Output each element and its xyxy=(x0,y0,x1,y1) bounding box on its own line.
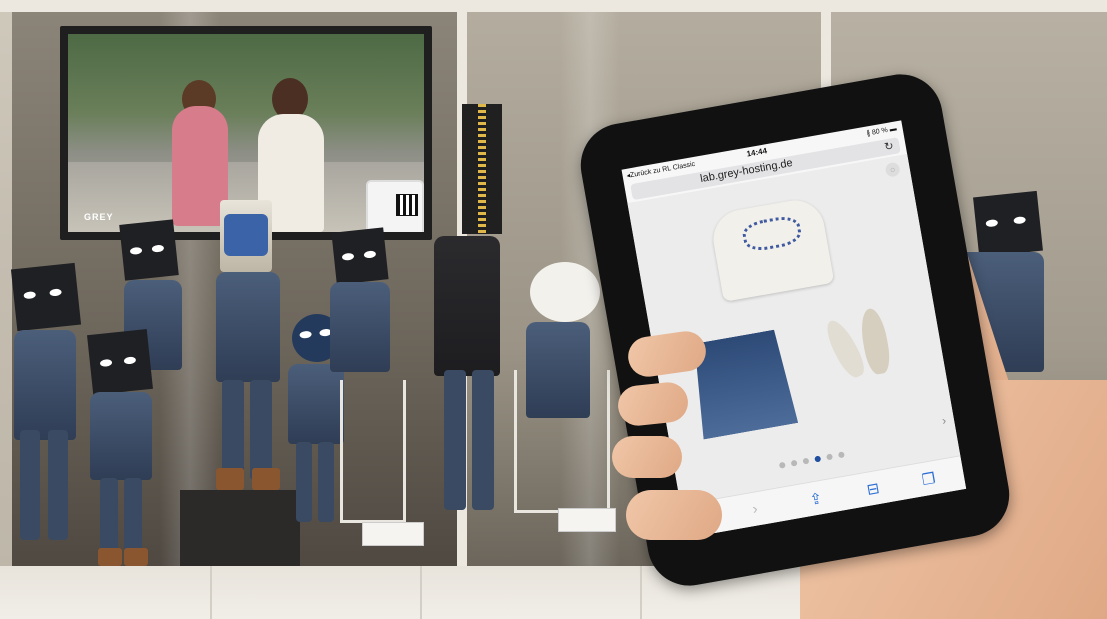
price-card xyxy=(362,522,424,546)
mannequin-dark-shirt xyxy=(434,236,500,376)
mannequin-boxhead xyxy=(10,262,82,332)
mannequin-boot xyxy=(124,548,148,566)
mannequin-fluffyhead xyxy=(530,262,600,322)
mannequin-leg xyxy=(222,380,244,480)
carousel-dot[interactable] xyxy=(837,451,845,459)
mannequin-leg xyxy=(250,380,272,480)
mannequin-boxhead xyxy=(973,190,1043,258)
storefront-scene: GREY ◂Zurück zu RL Classic 14:44 ∦ 80 % … xyxy=(0,0,1107,619)
carousel-dot[interactable] xyxy=(826,453,834,461)
price-card xyxy=(558,508,616,532)
white-chair xyxy=(340,380,406,523)
chevron-right-icon[interactable]: › xyxy=(941,413,947,427)
qr-code-icon xyxy=(396,194,418,216)
product-blouse-image[interactable] xyxy=(708,195,835,302)
close-circle-icon[interactable]: ○ xyxy=(884,161,901,178)
mannequin-jacket xyxy=(288,364,344,444)
paving-line xyxy=(640,566,642,619)
mannequin-jacket xyxy=(330,282,390,372)
reload-icon[interactable]: ↻ xyxy=(883,139,894,153)
mannequin-leg xyxy=(318,442,334,522)
carousel-dot[interactable] xyxy=(790,459,798,467)
mannequin-leg xyxy=(48,430,68,540)
paving-line xyxy=(420,566,422,619)
mannequin-cuphead xyxy=(220,200,272,272)
embroidery xyxy=(740,213,804,254)
bookmarks-icon[interactable]: ⊟ xyxy=(865,479,880,499)
white-chair xyxy=(514,370,610,513)
mannequin-boxhead xyxy=(331,227,389,285)
carousel-dot[interactable] xyxy=(778,461,786,469)
mannequin-boxhead xyxy=(119,219,179,281)
mannequin-leg xyxy=(472,370,494,510)
mannequin-zipperhead xyxy=(462,104,502,234)
mannequin-leg xyxy=(20,430,40,540)
mannequin-jacket xyxy=(90,392,152,480)
phone-screen: ◂Zurück zu RL Classic 14:44 ∦ 80 % ▬ lab… xyxy=(621,120,967,539)
mannequin-boxhead xyxy=(87,329,153,395)
mannequin-jacket xyxy=(216,272,280,382)
finger xyxy=(612,436,682,478)
mannequin-leg xyxy=(100,478,118,558)
mannequin-leg xyxy=(296,442,312,522)
share-icon[interactable]: ⇪ xyxy=(808,489,823,509)
battery-indicator: ∦ 80 % ▬ xyxy=(866,125,898,138)
mannequin-boot xyxy=(252,468,280,490)
finger xyxy=(626,490,722,540)
mannequin-boot xyxy=(98,548,122,566)
tv-logo: GREY xyxy=(84,212,114,222)
mannequin-jacket xyxy=(14,330,76,440)
carousel-dot-active[interactable] xyxy=(814,455,822,463)
mannequin-boot xyxy=(216,468,244,490)
tabs-icon[interactable]: ❐ xyxy=(920,469,937,489)
mannequin-leg xyxy=(444,370,466,510)
carousel-dot[interactable] xyxy=(802,457,810,465)
forward-icon[interactable]: › xyxy=(751,500,759,518)
mannequin-leg xyxy=(124,478,142,558)
status-time: 14:44 xyxy=(745,146,768,159)
display-pedestal xyxy=(180,490,300,566)
paving-line xyxy=(210,566,212,619)
wall-top xyxy=(0,0,1107,12)
